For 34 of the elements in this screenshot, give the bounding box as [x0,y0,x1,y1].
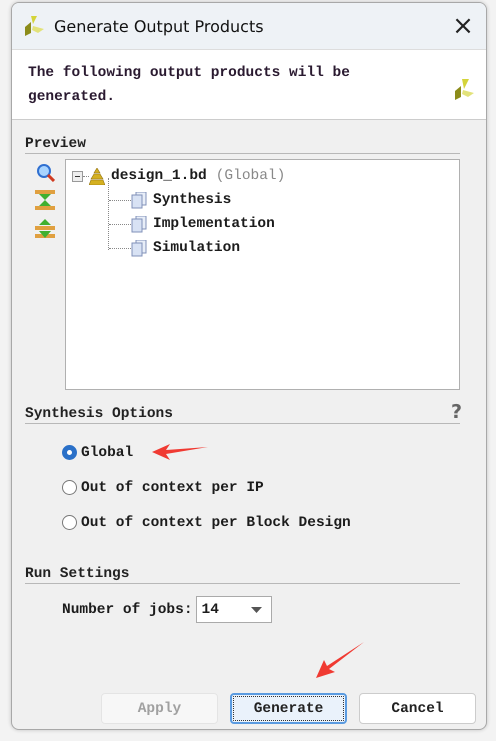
document-icon [131,240,147,256]
section-title: Preview [25,120,460,154]
dropdown-arrow-icon [250,606,262,612]
collapse-all-icon [35,190,55,210]
window-title: Generate Output Products [54,16,265,36]
help-icon[interactable]: ? [450,402,462,422]
radio-label[interactable]: Out of context per Block Design [81,514,351,530]
hierarchy-icon [89,168,105,184]
document-icon [131,192,147,208]
section-title: Synthesis Options [25,406,173,422]
radio-button[interactable] [62,480,77,495]
radio-button[interactable] [62,445,77,460]
tree-item[interactable]: Implementation [153,216,275,232]
tree-item[interactable]: Simulation [153,240,240,256]
search-icon [36,163,54,182]
tree-item-note: (Global) [216,168,286,184]
expand-all-icon [35,218,55,238]
header-message: The following output products will be generated. [28,64,351,106]
radio-label[interactable]: Global [81,444,134,460]
logo-icon [24,15,45,37]
annotation-arrow [152,444,208,460]
jobs-dropdown[interactable]: 14 [196,596,272,623]
tree-item[interactable]: Synthesis [153,192,232,208]
close-button[interactable]: × [440,6,486,46]
section-title: Run Settings [25,566,460,584]
collapse-icon[interactable] [72,170,83,182]
radio-label[interactable]: Out of context per IP [81,480,264,496]
logo-icon [454,78,476,100]
radio-button[interactable] [62,515,77,530]
field-label: Number of jobs: [62,602,193,618]
document-icon [131,216,147,232]
dialog-button[interactable]: Cancel [359,693,476,724]
tree-item[interactable]: design_1.bd [111,168,207,184]
dialog-button[interactable]: Generate [230,693,347,724]
